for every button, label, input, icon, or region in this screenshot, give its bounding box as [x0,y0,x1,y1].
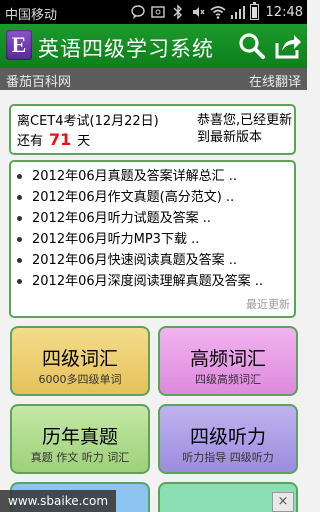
sub-header: 番茄百科网 在线翻译 [0,68,307,90]
update-message: 恭喜您,已经更新到最新版本 [197,113,293,145]
news-item[interactable]: 2012年06月听力试题及答案 .. [17,208,263,229]
tile-past-exams[interactable]: 历年真题 真题 作文 听力 词汇 [10,404,150,474]
mail-icon [150,6,165,18]
wifi-icon [210,6,226,19]
tile-title: 四级听力 [189,426,266,448]
news-item[interactable]: 2012年06月真题及答案详解总汇 .. [17,166,263,187]
tile-title: 四级词汇 [41,348,118,370]
days-prefix: 还有 [17,134,44,149]
clock-time: 12:48 [265,4,303,20]
app-logo: E [6,30,32,60]
chat-icon [130,5,145,19]
carrier-name: 中国移动 [5,8,58,23]
footer-url-banner[interactable]: www.sbaike.com [0,490,117,512]
news-item-label: 2012年06月快速阅读真题及答案 .. [32,253,238,268]
signal-icon [230,6,245,19]
days-remaining: 还有 71 天 [17,130,90,149]
bullet-icon [17,195,22,200]
recent-updates-label: 最近更新 [246,298,290,311]
news-item-label: 2012年06月真题及答案详解总汇 .. [32,169,238,184]
bullet-icon [17,258,22,263]
bullet-icon [17,216,22,221]
bluetooth-icon [173,4,182,20]
tile-subtitle: 6000多四级单词 [38,373,122,386]
news-item-label: 2012年06月听力MP3下载 .. [32,232,200,247]
days-suffix: 天 [77,134,91,149]
news-item[interactable]: 2012年06月听力MP3下载 .. [17,229,263,250]
news-card: 2012年06月真题及答案详解总汇 .. 2012年06月作文真题(高分范文) … [9,160,296,318]
bullet-icon [17,174,22,179]
online-translate-link[interactable]: 在线翻译 [249,71,301,90]
tile-subtitle: 四级高频词汇 [195,373,261,386]
news-item-label: 2012年06月深度阅读理解真题及答案 .. [32,274,264,289]
exam-countdown-card: 离CET4考试(12月22日) 还有 71 天 恭喜您,已经更新到最新版本 [9,104,296,155]
app-title: 英语四级学习系统 [38,37,214,61]
tile-cet4-vocabulary[interactable]: 四级词汇 6000多四级单词 [10,326,150,396]
battery-icon [249,2,259,20]
news-item[interactable]: 2012年06月深度阅读理解真题及答案 .. [17,271,263,292]
news-list: 2012年06月真题及答案详解总汇 .. 2012年06月作文真题(高分范文) … [17,166,263,292]
days-count: 71 [49,130,72,149]
tile-title: 高频词汇 [189,348,266,370]
bullet-icon [17,237,22,242]
site-name-link[interactable]: 番茄百科网 [6,71,71,90]
news-item-label: 2012年06月作文真题(高分范文) .. [32,190,235,205]
close-banner-button[interactable]: × [272,492,294,512]
tile-title: 历年真题 [41,426,118,448]
status-bar: 中国移动 12:48 [0,0,307,24]
status-icons: 12:48 [130,2,303,22]
search-icon[interactable] [236,30,268,62]
tile-high-frequency-vocabulary[interactable]: 高频词汇 四级高频词汇 [158,326,298,396]
tile-cet4-listening[interactable]: 四级听力 听力指导 四级听力 [158,404,298,474]
news-item[interactable]: 2012年06月快速阅读真题及答案 .. [17,250,263,271]
tile-subtitle: 真题 作文 听力 词汇 [30,451,130,464]
news-item[interactable]: 2012年06月作文真题(高分范文) .. [17,187,263,208]
tile-subtitle: 听力指导 四级听力 [182,451,274,464]
app-header: E 英语四级学习系统 [0,24,307,68]
mute-icon [192,7,205,17]
exam-date-label: 离CET4考试(12月22日) [17,114,159,129]
bullet-icon [17,279,22,284]
share-icon[interactable] [272,30,304,62]
news-item-label: 2012年06月听力试题及答案 .. [32,211,212,226]
